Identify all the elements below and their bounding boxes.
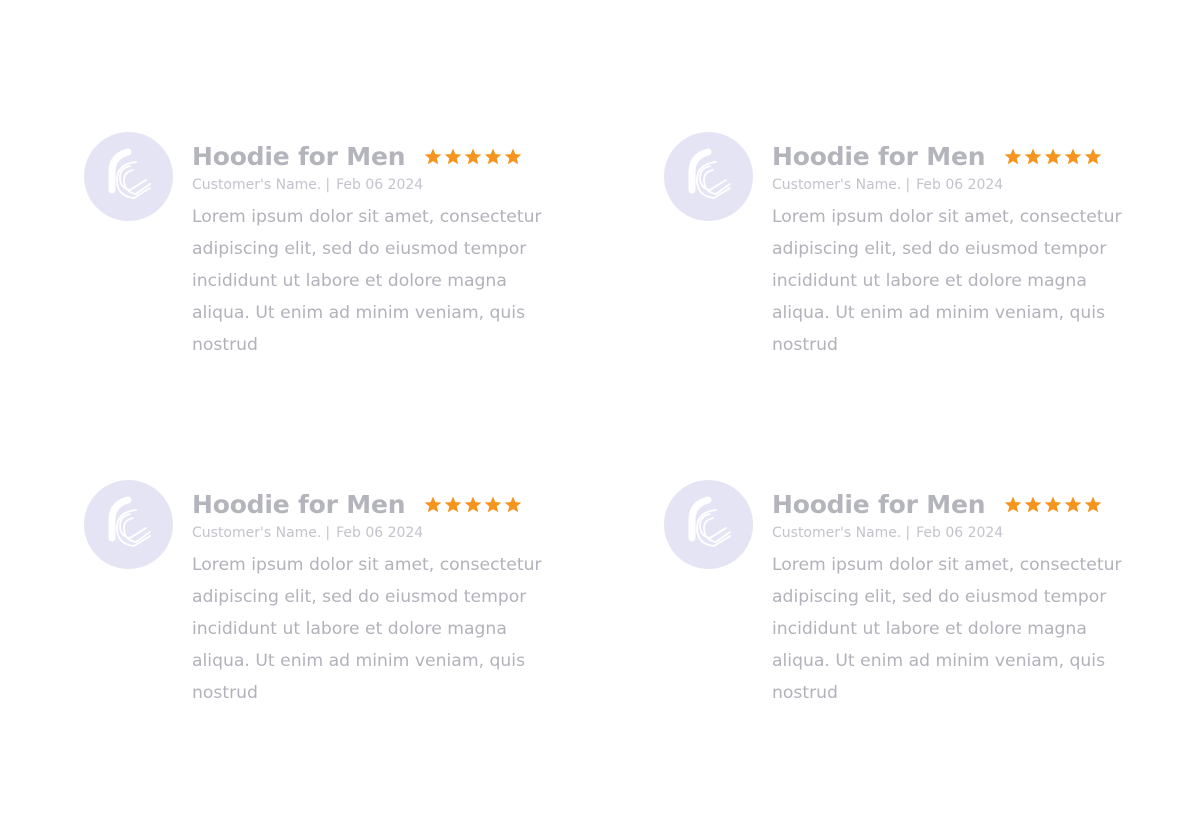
review-content: Hoodie for Men Customer's Name. | Feb 06 2… [192, 142, 544, 361]
brand-logo-icon [688, 148, 731, 199]
customer-name: Customer's Name. [772, 525, 902, 541]
star-icon [485, 148, 502, 164]
star-icon [505, 148, 522, 164]
customer-name: Customer's Name. [772, 177, 902, 193]
avatar [664, 132, 753, 221]
reviews-grid: Hoodie for Men Customer's Name. | Feb 06 2… [0, 0, 1204, 828]
star-icon [1085, 148, 1102, 164]
customer-name: Customer's Name. [192, 525, 322, 541]
avatar [84, 480, 173, 569]
star-rating [425, 496, 522, 512]
review-meta: Customer's Name. | Feb 06 2024 [772, 177, 1124, 193]
star-icon [485, 496, 502, 512]
star-rating [425, 148, 522, 164]
star-icon [445, 496, 462, 512]
meta-separator: | [325, 525, 331, 541]
star-icon [505, 496, 522, 512]
star-icon [445, 148, 462, 164]
review-content: Hoodie for Men Customer's Name. | Feb 06 2… [192, 490, 544, 709]
review-title: Hoodie for Men [772, 490, 986, 519]
brand-logo-icon [108, 148, 151, 199]
star-icon [1005, 496, 1022, 512]
avatar [664, 480, 753, 569]
review-meta: Customer's Name. | Feb 06 2024 [192, 525, 544, 541]
star-icon [1045, 148, 1062, 164]
review-content: Hoodie for Men Customer's Name. | Feb 06 2… [772, 142, 1124, 361]
review-card: Hoodie for Men Customer's Name. | Feb 06 2… [664, 132, 1124, 372]
review-title: Hoodie for Men [192, 142, 406, 171]
star-icon [425, 496, 442, 512]
review-date: Feb 06 2024 [916, 525, 1004, 541]
review-text: Lorem ipsum dolor sit amet, consectetur … [772, 555, 1122, 703]
review-text: Lorem ipsum dolor sit amet, consectetur … [192, 207, 542, 355]
review-meta: Customer's Name. | Feb 06 2024 [192, 177, 544, 193]
meta-separator: | [905, 177, 911, 193]
star-icon [1065, 496, 1082, 512]
brand-logo-icon [688, 496, 731, 547]
star-icon [1005, 148, 1022, 164]
star-icon [465, 148, 482, 164]
review-text: Lorem ipsum dolor sit amet, consectetur … [192, 555, 542, 703]
avatar [84, 132, 173, 221]
review-card: Hoodie for Men Customer's Name. | Feb 06 2… [84, 132, 544, 372]
star-rating [1005, 496, 1102, 512]
star-icon [1025, 148, 1042, 164]
review-date: Feb 06 2024 [336, 525, 424, 541]
review-title: Hoodie for Men [192, 490, 406, 519]
star-icon [1085, 496, 1102, 512]
review-date: Feb 06 2024 [916, 177, 1004, 193]
review-card: Hoodie for Men Customer's Name. | Feb 06 2… [664, 480, 1124, 720]
brand-logo-icon [108, 496, 151, 547]
meta-separator: | [325, 177, 331, 193]
star-icon [1045, 496, 1062, 512]
star-icon [1065, 148, 1082, 164]
review-card: Hoodie for Men Customer's Name. | Feb 06 2… [84, 480, 544, 720]
review-date: Feb 06 2024 [336, 177, 424, 193]
star-icon [1025, 496, 1042, 512]
review-title: Hoodie for Men [772, 142, 986, 171]
customer-name: Customer's Name. [192, 177, 322, 193]
review-text: Lorem ipsum dolor sit amet, consectetur … [772, 207, 1122, 355]
review-content: Hoodie for Men Customer's Name. | Feb 06 2… [772, 490, 1124, 709]
meta-separator: | [905, 525, 911, 541]
star-rating [1005, 148, 1102, 164]
star-icon [465, 496, 482, 512]
star-icon [425, 148, 442, 164]
review-meta: Customer's Name. | Feb 06 2024 [772, 525, 1124, 541]
